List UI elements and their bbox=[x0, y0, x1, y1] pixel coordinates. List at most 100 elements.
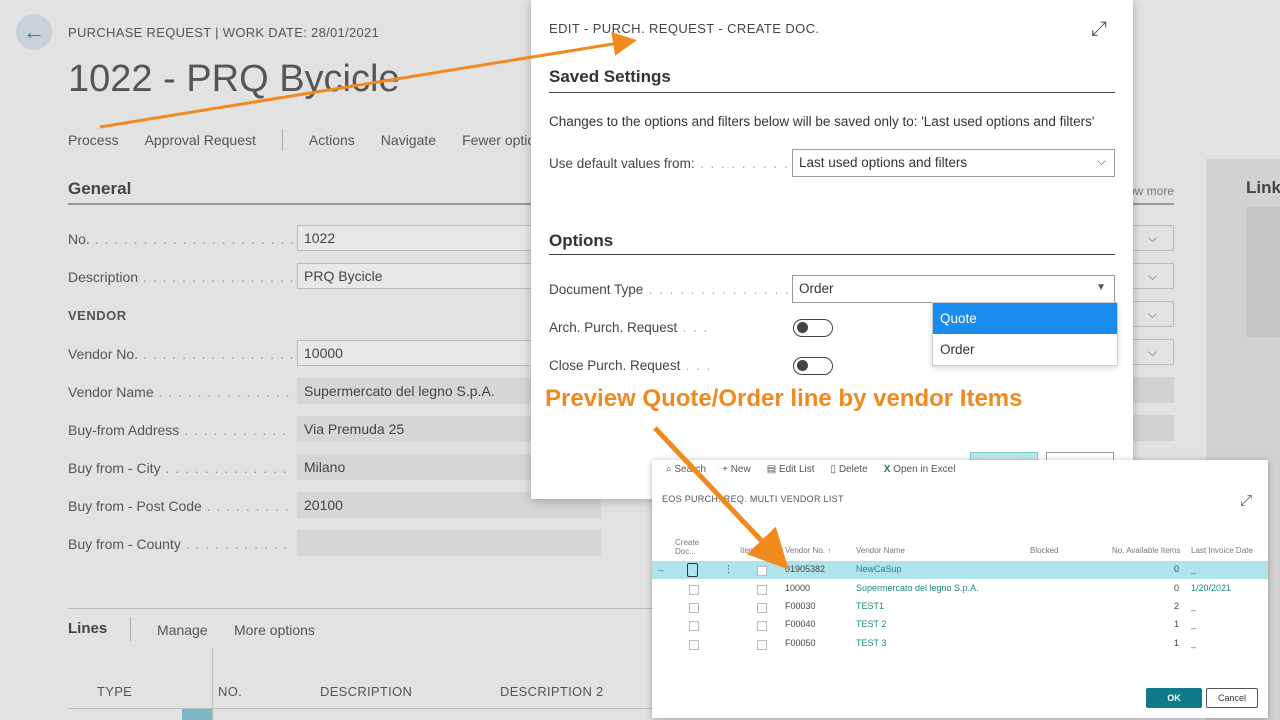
inset-row[interactable]: F00040 TEST 2 1 _ bbox=[652, 616, 1268, 634]
use-default-select[interactable]: Last used options and filters ⌵ bbox=[792, 149, 1115, 177]
saved-settings-header: Saved Settings bbox=[549, 67, 671, 86]
row-checkbox[interactable] bbox=[689, 640, 699, 650]
expand-icon[interactable]: ⤢ bbox=[1091, 18, 1107, 41]
inset-excel-label: Open in Excel bbox=[893, 464, 956, 475]
lines-row-marker bbox=[182, 709, 212, 720]
arch-purch-request-toggle[interactable] bbox=[793, 319, 833, 337]
row-checkbox[interactable] bbox=[689, 621, 699, 631]
row-vendor-name[interactable]: TEST 3 bbox=[856, 638, 886, 648]
lines-manage-button[interactable]: Manage bbox=[157, 622, 208, 638]
row-arrow-icon: → bbox=[656, 564, 665, 574]
inset-row[interactable]: → ⋮ 01905382 NewCaSup 0 _ bbox=[652, 561, 1268, 579]
row-available: 0 bbox=[1174, 583, 1180, 593]
row-items-checkbox[interactable] bbox=[757, 603, 767, 613]
inset-expand-icon[interactable]: ⤢ bbox=[1240, 492, 1252, 509]
inset-toolbar: ⌕ Search + New ▤ Edit List ▯ Delete X Op… bbox=[666, 464, 955, 475]
row-vendor-name[interactable]: NewCaSup bbox=[856, 564, 902, 574]
inset-row[interactable]: 10000 Supermercato del legno S.p.A. 0 1/… bbox=[652, 580, 1268, 598]
row-vendor-name[interactable]: TEST1 bbox=[856, 601, 884, 611]
col-type[interactable]: TYPE bbox=[97, 684, 132, 699]
back-button[interactable]: ← bbox=[16, 14, 52, 50]
row-vendor-name[interactable]: TEST 2 bbox=[856, 619, 886, 629]
action-separator bbox=[281, 129, 283, 151]
right-field-4[interactable]: ⌵ bbox=[1131, 339, 1174, 365]
vendor-name-label: Vendor Name bbox=[68, 384, 293, 400]
action-fewer-options[interactable]: Fewer optio bbox=[462, 132, 535, 151]
document-type-select[interactable]: Order ▼ bbox=[792, 275, 1115, 303]
row-vendor-no[interactable]: F00030 bbox=[785, 601, 816, 611]
right-field-5[interactable] bbox=[1131, 377, 1174, 403]
inset-row[interactable]: F00050 TEST 3 1 _ bbox=[652, 635, 1268, 653]
use-default-label: Use default values from: bbox=[549, 156, 789, 171]
inset-new-label: New bbox=[730, 464, 751, 475]
row-checkbox[interactable] bbox=[687, 563, 698, 577]
row-items-checkbox[interactable] bbox=[757, 621, 767, 631]
row-checkbox[interactable] bbox=[689, 603, 699, 613]
right-field-6[interactable] bbox=[1131, 415, 1174, 441]
col-description[interactable]: DESCRIPTION bbox=[320, 684, 412, 699]
buy-from-post-code-label: Buy from - Post Code bbox=[68, 498, 293, 514]
inset-col-blocked[interactable]: Blocked bbox=[1030, 546, 1058, 555]
arch-purch-request-label: Arch. Purch. Request bbox=[549, 320, 709, 335]
inset-col-available[interactable]: No. Available Items bbox=[1112, 546, 1180, 555]
row-items-checkbox[interactable] bbox=[757, 585, 767, 595]
action-process[interactable]: Process bbox=[68, 132, 119, 151]
lines-row-divider bbox=[68, 708, 652, 709]
trash-icon: ▯ bbox=[830, 464, 837, 475]
buy-from-county-field[interactable] bbox=[297, 530, 601, 556]
inset-edit-list-label: Edit List bbox=[778, 464, 815, 475]
inset-col-create-doc[interactable]: Create Doc... bbox=[675, 538, 701, 556]
inset-new-button[interactable]: + New bbox=[722, 464, 751, 475]
description-label: Description bbox=[68, 269, 293, 285]
lines-more-options-button[interactable]: More options bbox=[234, 622, 315, 638]
row-menu-icon[interactable]: ⋮ bbox=[724, 564, 733, 575]
right-field-3[interactable]: ⌵ bbox=[1131, 301, 1174, 327]
row-vendor-no[interactable]: 10000 bbox=[785, 583, 810, 593]
close-purch-request-label: Close Purch. Request bbox=[549, 358, 709, 373]
row-last-invoice: _ bbox=[1191, 619, 1197, 629]
inset-edit-list-button[interactable]: ▤ Edit List bbox=[767, 464, 815, 475]
dropdown-option-quote[interactable]: Quote bbox=[933, 303, 1117, 334]
inset-row[interactable]: F00030 TEST1 2 _ bbox=[652, 598, 1268, 616]
row-items-checkbox[interactable] bbox=[757, 566, 767, 576]
close-purch-request-toggle[interactable] bbox=[793, 357, 833, 375]
general-divider-right bbox=[1131, 203, 1174, 205]
inset-col-last-invoice[interactable]: Last Invoice Date bbox=[1191, 546, 1253, 555]
col-no[interactable]: NO. bbox=[218, 684, 242, 699]
lines-divider bbox=[68, 608, 652, 609]
row-vendor-no[interactable]: F00040 bbox=[785, 619, 816, 629]
inset-delete-button[interactable]: ▯ Delete bbox=[831, 464, 868, 475]
col-description-2[interactable]: DESCRIPTION 2 bbox=[500, 684, 604, 699]
inset-search-button[interactable]: ⌕ Search bbox=[666, 464, 706, 475]
right-field-1[interactable]: ⌵ bbox=[1131, 225, 1174, 251]
action-actions[interactable]: Actions bbox=[309, 132, 355, 151]
dialog-title: EDIT - PURCH. REQUEST - CREATE DOC. bbox=[549, 21, 820, 36]
breadcrumb: PURCHASE REQUEST | WORK DATE: 28/01/2021 bbox=[68, 25, 380, 40]
excel-icon: X bbox=[883, 464, 891, 475]
inset-col-vendor-name[interactable]: Vendor Name bbox=[856, 546, 905, 555]
right-field-2[interactable]: ⌵ bbox=[1131, 263, 1174, 289]
row-vendor-name[interactable]: Supermercato del legno S.p.A. bbox=[856, 583, 979, 593]
search-icon: ⌕ bbox=[666, 464, 672, 475]
action-navigate[interactable]: Navigate bbox=[381, 132, 436, 151]
row-vendor-no[interactable]: 01905382 bbox=[785, 564, 825, 574]
caret-down-icon: ▼ bbox=[1096, 282, 1106, 293]
inset-cancel-button[interactable]: Cancel bbox=[1206, 688, 1258, 708]
dropdown-option-order[interactable]: Order bbox=[933, 334, 1117, 365]
inset-col-vendor-no[interactable]: Vendor No. ↑ bbox=[785, 546, 831, 555]
general-divider bbox=[68, 203, 531, 205]
action-approval-request[interactable]: Approval Request bbox=[145, 132, 256, 151]
arrow-left-icon: ← bbox=[23, 19, 45, 44]
action-bar: Process Approval Request Actions Navigat… bbox=[68, 129, 561, 151]
inset-delete-label: Delete bbox=[838, 464, 868, 475]
inset-excel-button[interactable]: X Open in Excel bbox=[884, 464, 956, 475]
vendor-header: VENDOR bbox=[68, 308, 127, 323]
inset-ok-button[interactable]: OK bbox=[1146, 688, 1202, 708]
buy-from-city-label: Buy from - City bbox=[68, 460, 293, 476]
row-items-checkbox[interactable] bbox=[757, 640, 767, 650]
row-vendor-no[interactable]: F00050 bbox=[785, 638, 816, 648]
inset-title: EOS PURCH. REQ. MULTI VENDOR LIST bbox=[662, 494, 844, 504]
inset-col-items[interactable]: Items bbox=[740, 546, 760, 555]
row-checkbox[interactable] bbox=[689, 585, 699, 595]
show-more-link[interactable]: ow more bbox=[1128, 184, 1174, 198]
